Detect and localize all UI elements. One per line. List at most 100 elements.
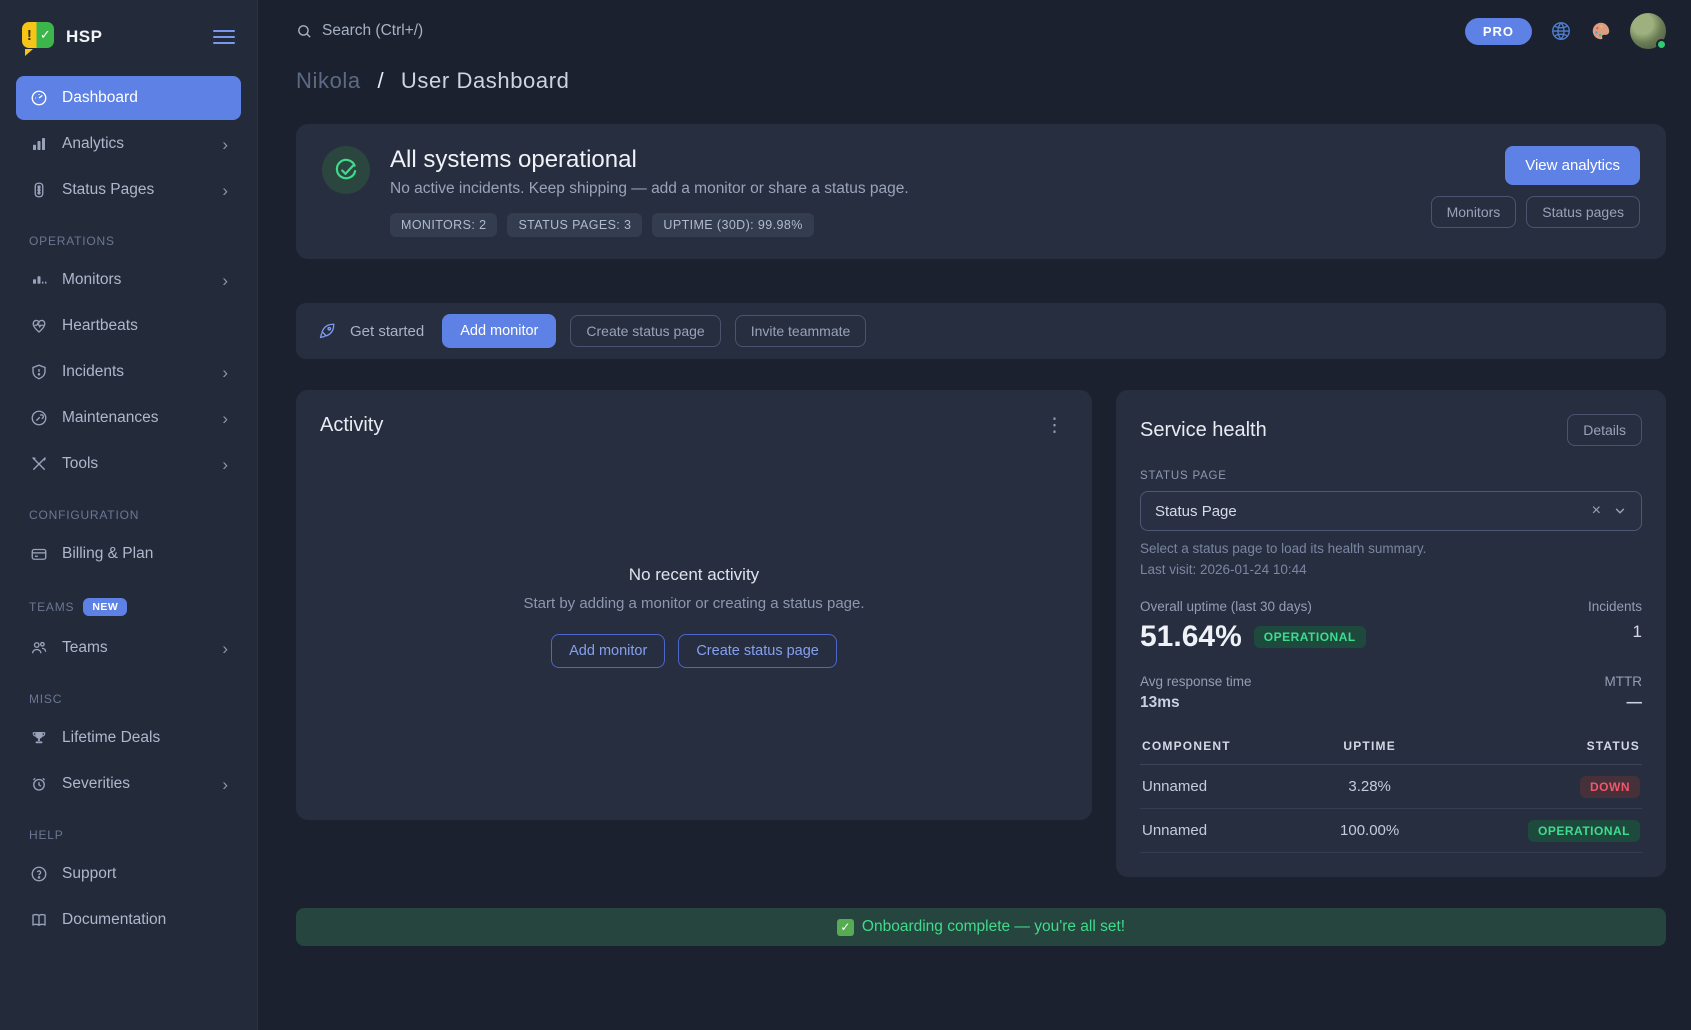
activity-card: Activity ⋮ No recent activity Start by a… <box>296 390 1092 820</box>
avg-response-value: 13ms <box>1140 694 1252 712</box>
search-input[interactable] <box>322 22 582 40</box>
sidebar-item-support[interactable]: Support <box>16 852 241 896</box>
empty-state-title: No recent activity <box>629 565 759 585</box>
sidebar-item-label: Maintenances <box>62 409 209 427</box>
search-bar[interactable] <box>296 22 1465 40</box>
create-status-page-button[interactable]: Create status page <box>570 315 720 347</box>
add-monitor-button[interactable]: Add monitor <box>442 314 556 348</box>
traffic-light-icon <box>29 180 49 200</box>
sidebar-item-tools[interactable]: Tools › <box>16 442 241 486</box>
component-name: Unnamed <box>1140 809 1311 853</box>
sidebar-item-label: Billing & Plan <box>62 545 228 563</box>
help-icon <box>29 864 49 884</box>
sidebar-item-label: Documentation <box>62 911 228 929</box>
add-monitor-button[interactable]: Add monitor <box>551 634 665 668</box>
sidebar-item-label: Heartbeats <box>62 317 228 335</box>
kebab-menu-icon[interactable]: ⋮ <box>1041 416 1068 435</box>
table-row: Unnamed 100.00% OPERATIONAL <box>1140 809 1642 853</box>
empty-state-subtitle: Start by adding a monitor or creating a … <box>523 595 864 612</box>
sidebar-section-operations: OPERATIONS <box>29 234 228 248</box>
sidebar-item-label: Tools <box>62 455 209 473</box>
monitors-button[interactable]: Monitors <box>1431 196 1517 228</box>
chevron-right-icon: › <box>222 272 228 289</box>
app-logo-icon: ! ✓ <box>22 22 54 52</box>
status-page-field-label: STATUS PAGE <box>1140 470 1642 482</box>
details-button[interactable]: Details <box>1567 414 1642 446</box>
sidebar-item-label: Support <box>62 865 228 883</box>
chevron-right-icon: › <box>222 182 228 199</box>
column-header-uptime: UPTIME <box>1311 730 1428 765</box>
theme-palette-icon[interactable] <box>1590 20 1612 42</box>
sidebar-item-label: Monitors <box>62 271 209 289</box>
service-health-title: Service health <box>1140 419 1267 442</box>
sidebar-item-label: Status Pages <box>62 181 209 199</box>
invite-teammate-button[interactable]: Invite teammate <box>735 315 867 347</box>
chevron-right-icon: › <box>222 136 228 153</box>
chevron-right-icon: › <box>222 410 228 427</box>
status-badge: OPERATIONAL <box>1528 820 1640 842</box>
sidebar-item-incidents[interactable]: Incidents › <box>16 350 241 394</box>
chevron-down-icon[interactable] <box>1613 504 1627 518</box>
sidebar: ! ✓ HSP Dashboard Analytics › Status Pag… <box>0 0 258 1030</box>
chevron-right-icon: › <box>222 364 228 381</box>
sidebar-item-maintenances[interactable]: Maintenances › <box>16 396 241 440</box>
banner-message: Onboarding complete — you're all set! <box>862 918 1125 936</box>
alarm-clock-icon <box>29 774 49 794</box>
avg-response-label: Avg response time <box>1140 674 1252 689</box>
uptime-label: Overall uptime (last 30 days) <box>1140 599 1366 614</box>
component-uptime: 3.28% <box>1311 765 1428 809</box>
app-name: HSP <box>66 27 201 47</box>
component-uptime: 100.00% <box>1311 809 1428 853</box>
maintenance-icon <box>29 408 49 428</box>
table-row: Unnamed 3.28% DOWN <box>1140 765 1642 809</box>
column-header-component: COMPONENT <box>1140 730 1311 765</box>
logo-row: ! ✓ HSP <box>16 14 241 76</box>
sidebar-item-documentation[interactable]: Documentation <box>16 898 241 942</box>
credit-card-icon <box>29 544 49 564</box>
book-icon <box>29 910 49 930</box>
topbar: PRO <box>296 0 1666 62</box>
breadcrumb-separator: / <box>377 68 384 93</box>
hamburger-menu-icon[interactable] <box>213 30 235 44</box>
users-icon <box>29 638 49 658</box>
onboarding-complete-banner: ✓ Onboarding complete — you're all set! <box>296 908 1666 946</box>
sidebar-item-label: Teams <box>62 639 209 657</box>
sidebar-item-label: Analytics <box>62 135 209 153</box>
sidebar-section-configuration: CONFIGURATION <box>29 508 228 522</box>
sidebar-item-status-pages[interactable]: Status Pages › <box>16 168 241 212</box>
breadcrumb-parent[interactable]: Nikola <box>296 68 361 93</box>
status-page-select[interactable]: Status Page × <box>1140 491 1642 531</box>
sidebar-item-severities[interactable]: Severities › <box>16 762 241 806</box>
sidebar-item-analytics[interactable]: Analytics › <box>16 122 241 166</box>
chevron-right-icon: › <box>222 456 228 473</box>
create-status-page-button[interactable]: Create status page <box>678 634 837 668</box>
sidebar-item-label: Severities <box>62 775 209 793</box>
sidebar-item-billing-plan[interactable]: Billing & Plan <box>16 532 241 576</box>
main-content: PRO Nikola / User Dashboard All systems … <box>258 0 1691 1030</box>
sidebar-section-teams: TEAMS NEW <box>29 598 228 616</box>
globe-icon[interactable] <box>1550 20 1572 42</box>
status-pages-count-chip: STATUS PAGES: 3 <box>507 213 642 237</box>
component-name: Unnamed <box>1140 765 1311 809</box>
sidebar-item-monitors[interactable]: Monitors › <box>16 258 241 302</box>
status-badge: DOWN <box>1580 776 1640 798</box>
sidebar-item-dashboard[interactable]: Dashboard <box>16 76 241 120</box>
status-pages-button[interactable]: Status pages <box>1526 196 1640 228</box>
pro-badge[interactable]: PRO <box>1465 18 1532 45</box>
shield-alert-icon <box>29 362 49 382</box>
components-table: COMPONENT UPTIME STATUS Unnamed 3.28% DO… <box>1140 730 1642 853</box>
view-analytics-button[interactable]: View analytics <box>1505 146 1640 185</box>
clear-icon[interactable]: × <box>1592 502 1601 520</box>
check-icon: ✓ <box>837 919 854 936</box>
status-title: All systems operational <box>390 146 909 174</box>
sidebar-item-teams[interactable]: Teams › <box>16 626 241 670</box>
sidebar-item-label: Incidents <box>62 363 209 381</box>
sidebar-item-label: Dashboard <box>62 89 228 107</box>
incidents-value: 1 <box>1588 622 1642 642</box>
sidebar-item-label: Lifetime Deals <box>62 729 228 747</box>
chevron-right-icon: › <box>222 640 228 657</box>
user-avatar[interactable] <box>1630 13 1666 49</box>
incidents-label: Incidents <box>1588 599 1642 614</box>
sidebar-item-lifetime-deals[interactable]: Lifetime Deals <box>16 716 241 760</box>
sidebar-item-heartbeats[interactable]: Heartbeats <box>16 304 241 348</box>
